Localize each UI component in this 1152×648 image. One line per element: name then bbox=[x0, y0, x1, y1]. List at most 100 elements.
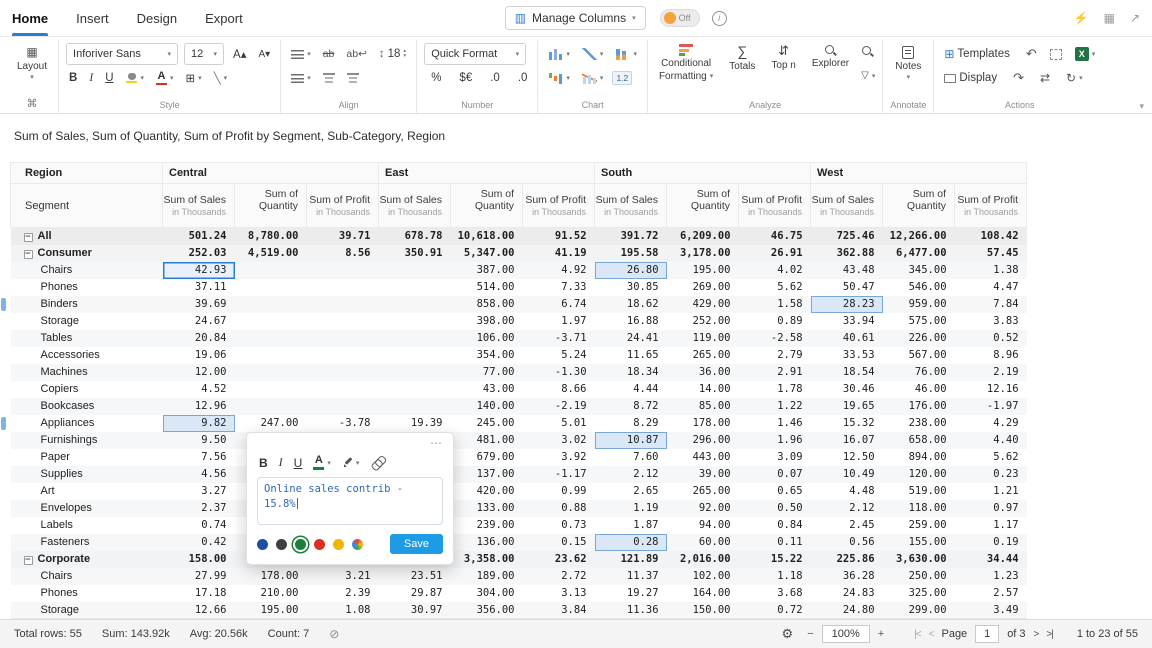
cell[interactable] bbox=[379, 330, 451, 347]
note-color-dot[interactable] bbox=[333, 539, 344, 550]
cell[interactable]: 23.51 bbox=[379, 568, 451, 585]
cell[interactable]: 140.00 bbox=[451, 398, 523, 415]
cell[interactable]: 8.56 bbox=[307, 245, 379, 262]
cell[interactable]: 3.92 bbox=[523, 449, 595, 466]
waterfall-chart-button[interactable]: ▾ bbox=[545, 70, 573, 86]
cell[interactable]: 269.00 bbox=[667, 279, 739, 296]
next-page-icon[interactable]: > bbox=[1034, 629, 1039, 640]
cell[interactable]: 94.00 bbox=[667, 517, 739, 534]
row-label-labels[interactable]: Labels bbox=[11, 517, 163, 534]
search-icon[interactable] bbox=[861, 45, 873, 57]
note-text-input[interactable]: Online sales contrib - 15.8% bbox=[257, 477, 443, 525]
cell[interactable] bbox=[379, 279, 451, 296]
export-excel-button[interactable]: X▾ bbox=[1072, 45, 1099, 63]
cell[interactable]: 36.00 bbox=[667, 364, 739, 381]
cell[interactable]: 0.15 bbox=[523, 534, 595, 551]
cell[interactable] bbox=[307, 364, 379, 381]
cell[interactable]: 265.00 bbox=[667, 483, 739, 500]
cell[interactable]: 27.99 bbox=[163, 568, 235, 585]
cell[interactable]: 1.38 bbox=[955, 262, 1027, 279]
underline-button[interactable]: U bbox=[102, 70, 116, 86]
row-label-storage[interactable]: Storage bbox=[11, 602, 163, 619]
cell[interactable]: 245.00 bbox=[451, 415, 523, 432]
cell[interactable]: 18.54 bbox=[811, 364, 883, 381]
info-icon[interactable]: i bbox=[712, 11, 727, 26]
layout-button[interactable]: ▦ Layout ▾ bbox=[13, 42, 51, 84]
cell[interactable]: 4.52 bbox=[163, 381, 235, 398]
cell[interactable]: 259.00 bbox=[883, 517, 955, 534]
share-icon[interactable]: ↗ bbox=[1130, 11, 1140, 25]
cell[interactable]: 0.50 bbox=[739, 500, 811, 517]
cell[interactable] bbox=[379, 262, 451, 279]
number-display-button[interactable]: 1.2 bbox=[612, 71, 632, 85]
cell[interactable]: 43.00 bbox=[451, 381, 523, 398]
cell[interactable]: 40.61 bbox=[811, 330, 883, 347]
cell[interactable]: -1.17 bbox=[523, 466, 595, 483]
stacked-chart-button[interactable]: ▾ bbox=[612, 46, 640, 62]
cell[interactable]: 225.86 bbox=[811, 551, 883, 568]
cell[interactable]: 19.27 bbox=[595, 585, 667, 602]
manage-columns-button[interactable]: ▥ Manage Columns ▾ bbox=[505, 6, 646, 30]
cell[interactable]: 1.08 bbox=[307, 602, 379, 619]
cell[interactable]: 265.00 bbox=[667, 347, 739, 364]
cell[interactable]: 29.87 bbox=[379, 585, 451, 602]
italic-button[interactable]: I bbox=[279, 455, 283, 470]
cell[interactable]: 30.97 bbox=[379, 602, 451, 619]
cell[interactable]: 12.16 bbox=[955, 381, 1027, 398]
cell[interactable]: 0.11 bbox=[739, 534, 811, 551]
cell[interactable]: 354.00 bbox=[451, 347, 523, 364]
zoom-level[interactable]: 100% bbox=[822, 625, 870, 643]
measure-header[interactable]: Sum of Profitin Thousands bbox=[307, 184, 379, 228]
cell[interactable]: 1.96 bbox=[739, 432, 811, 449]
cell[interactable]: 1.22 bbox=[739, 398, 811, 415]
cell[interactable]: 24.67 bbox=[163, 313, 235, 330]
cell[interactable] bbox=[379, 313, 451, 330]
cell[interactable]: 164.00 bbox=[667, 585, 739, 602]
cell[interactable]: 10,618.00 bbox=[451, 228, 523, 245]
cell[interactable]: 3.13 bbox=[523, 585, 595, 602]
cell[interactable]: 10.87 bbox=[595, 432, 667, 449]
indent-decrease-button[interactable] bbox=[320, 71, 338, 85]
cell[interactable]: 26.80 bbox=[595, 262, 667, 279]
page-number-input[interactable]: 1 bbox=[975, 625, 999, 643]
cell[interactable]: 3.27 bbox=[163, 483, 235, 500]
cell[interactable]: 195.58 bbox=[595, 245, 667, 262]
cell[interactable]: 0.99 bbox=[523, 483, 595, 500]
cell[interactable]: 34.44 bbox=[955, 551, 1027, 568]
collapse-icon[interactable]: − bbox=[24, 250, 33, 259]
cell[interactable] bbox=[235, 262, 307, 279]
conditional-formatting-button[interactable]: Conditional Formatting▾ bbox=[655, 42, 717, 84]
cell[interactable]: 4.56 bbox=[163, 466, 235, 483]
shapes-button[interactable]: ╲▾ bbox=[211, 69, 230, 87]
tab-export[interactable]: Export bbox=[205, 0, 243, 36]
cell[interactable]: 39.71 bbox=[307, 228, 379, 245]
cell[interactable]: 10.49 bbox=[811, 466, 883, 483]
cell[interactable]: 3.83 bbox=[955, 313, 1027, 330]
cell[interactable]: 3,358.00 bbox=[451, 551, 523, 568]
cell[interactable] bbox=[307, 381, 379, 398]
decrease-font-icon[interactable]: A▾ bbox=[255, 47, 273, 62]
cell[interactable]: 0.97 bbox=[955, 500, 1027, 517]
cell[interactable]: 0.07 bbox=[739, 466, 811, 483]
cell[interactable] bbox=[235, 347, 307, 364]
cell[interactable]: 137.00 bbox=[451, 466, 523, 483]
cell[interactable]: 26.91 bbox=[739, 245, 811, 262]
cell[interactable]: 39.69 bbox=[163, 296, 235, 313]
cell[interactable]: 4.48 bbox=[811, 483, 883, 500]
cell[interactable]: 4,519.00 bbox=[235, 245, 307, 262]
row-label-corporate[interactable]: −Corporate bbox=[11, 551, 163, 568]
cell[interactable]: 41.19 bbox=[523, 245, 595, 262]
region-header[interactable]: West bbox=[811, 163, 1027, 184]
cell[interactable]: 2.12 bbox=[811, 500, 883, 517]
cell[interactable]: 195.00 bbox=[667, 262, 739, 279]
cell[interactable]: 894.00 bbox=[883, 449, 955, 466]
zoom-out-button[interactable]: − bbox=[807, 628, 813, 640]
increase-decimals-button[interactable]: .0 bbox=[515, 70, 531, 86]
cell[interactable]: 1.17 bbox=[955, 517, 1027, 534]
cell[interactable]: 858.00 bbox=[451, 296, 523, 313]
selection-frame-icon[interactable] bbox=[1050, 49, 1062, 60]
row-label-furnishings[interactable]: Furnishings bbox=[11, 432, 163, 449]
underline-button[interactable]: U bbox=[294, 456, 303, 470]
cell[interactable]: 0.52 bbox=[955, 330, 1027, 347]
cell[interactable]: 39.00 bbox=[667, 466, 739, 483]
